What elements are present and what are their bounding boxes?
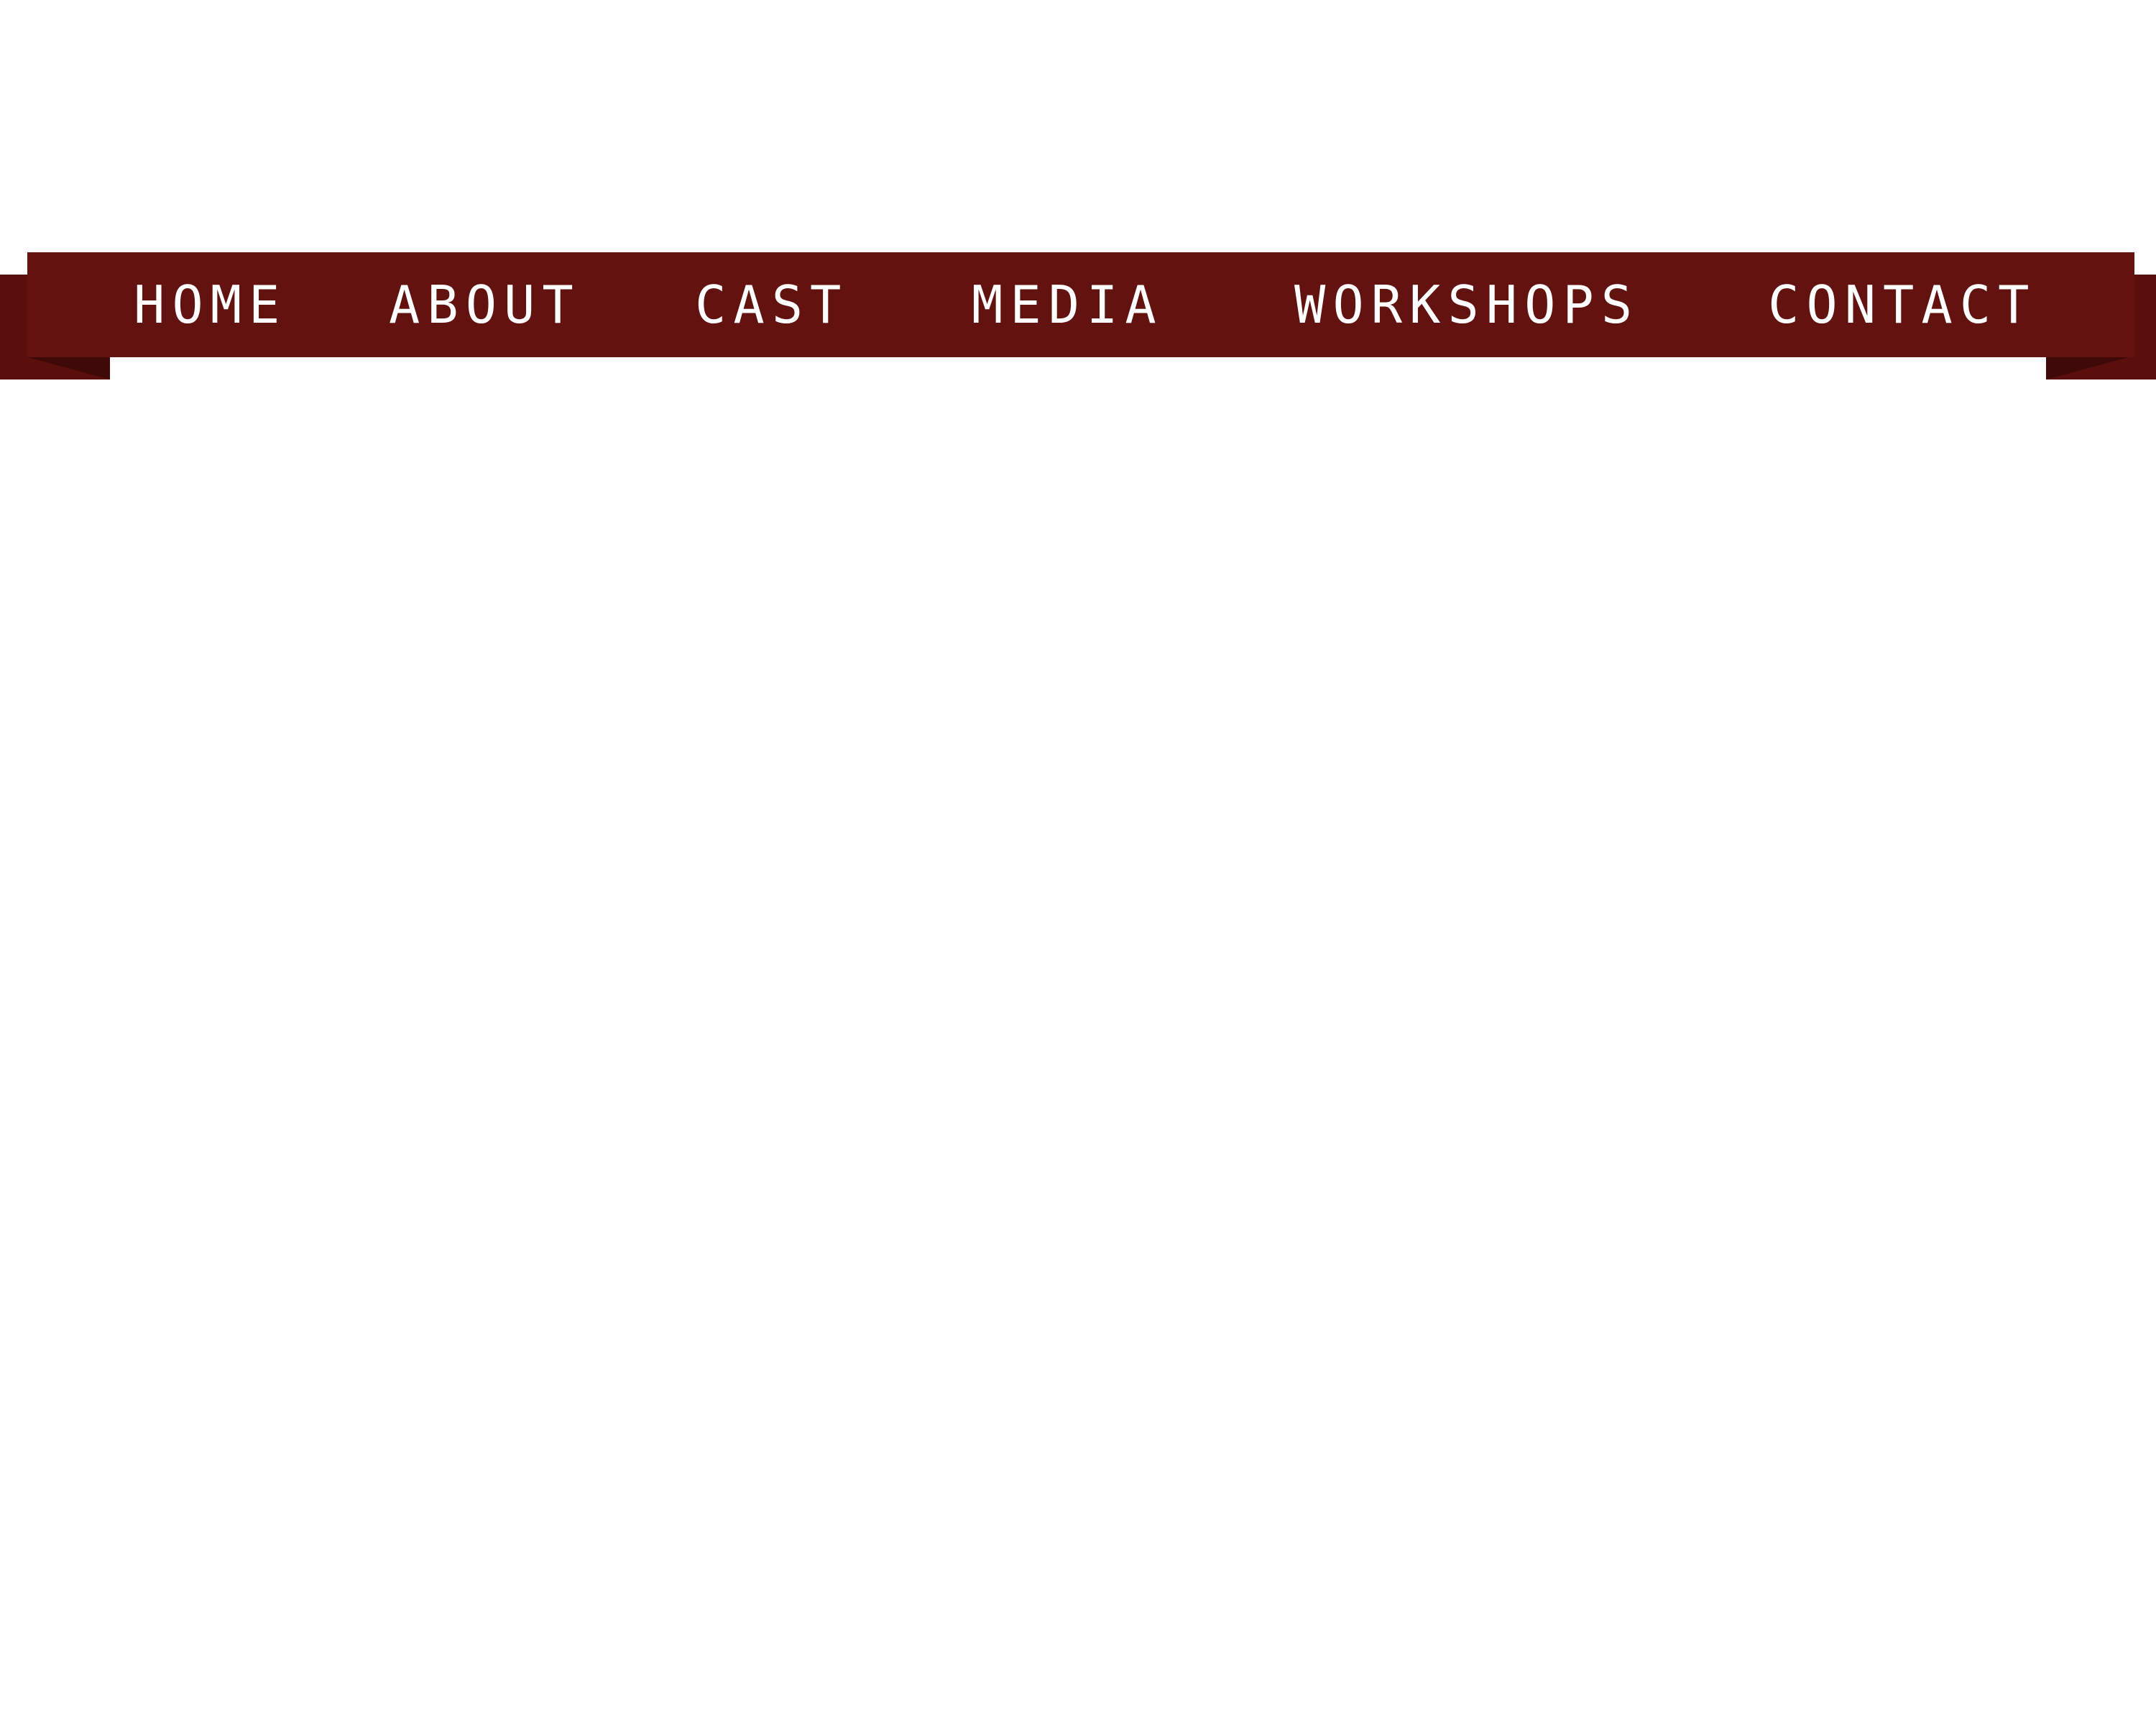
ribbon-fold-right xyxy=(2046,357,2129,380)
nav-item-home[interactable]: HOME xyxy=(134,252,287,357)
ribbon-fold-left xyxy=(27,357,110,380)
nav-item-about[interactable]: ABOUT xyxy=(389,252,581,357)
nav-item-contact[interactable]: CONTACT xyxy=(1768,252,2036,357)
nav-item-cast[interactable]: CAST xyxy=(695,252,848,357)
page: HOME ABOUT CAST MEDIA WORKSHOPS CONTACT xyxy=(0,0,2156,1725)
nav-item-media[interactable]: MEDIA xyxy=(972,252,1164,357)
main-navigation: HOME ABOUT CAST MEDIA WORKSHOPS CONTACT xyxy=(27,252,2134,357)
nav-item-workshops[interactable]: WORKSHOPS xyxy=(1294,252,1639,357)
